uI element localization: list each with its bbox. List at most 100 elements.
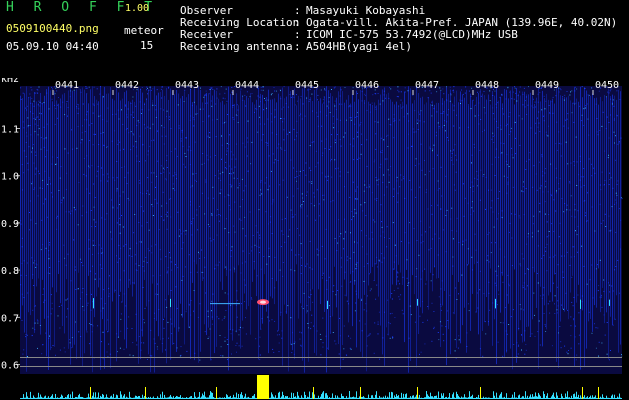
noise-speck <box>532 107 534 109</box>
noise-speck <box>559 178 561 179</box>
noise-speck <box>450 218 452 220</box>
level-bar <box>346 396 347 399</box>
noise-speck <box>430 92 432 94</box>
noise-speck <box>140 241 142 243</box>
level-bar <box>278 392 279 399</box>
noise-speck <box>302 170 304 171</box>
noise-streak <box>554 103 555 275</box>
level-bar <box>303 397 304 399</box>
noise-streak <box>364 99 365 295</box>
noise-speck <box>474 177 476 179</box>
noise-speck <box>570 256 572 258</box>
noise-speck <box>95 133 96 135</box>
level-bar <box>611 395 612 399</box>
level-bar <box>586 397 587 399</box>
level-bar <box>407 397 408 399</box>
level-bar <box>465 397 466 399</box>
level-bar <box>547 393 548 399</box>
noise-speck <box>316 189 318 191</box>
noise-speck <box>108 287 110 289</box>
noise-speck <box>446 209 448 211</box>
noise-speck <box>107 180 109 182</box>
noise-speck <box>116 188 118 190</box>
noise-speck <box>108 293 110 295</box>
noise-streak <box>304 86 305 373</box>
noise-speck <box>203 162 205 164</box>
noise-speck <box>538 122 540 124</box>
level-bar <box>316 397 317 399</box>
noise-speck <box>609 172 611 174</box>
noise-speck <box>234 231 236 233</box>
noise-speck <box>431 115 433 117</box>
level-bar <box>301 395 302 399</box>
noise-speck <box>313 141 315 143</box>
noise-speck <box>202 153 204 154</box>
level-bar <box>518 395 519 399</box>
level-bar <box>472 394 473 399</box>
noise-speck <box>546 134 548 136</box>
noise-speck <box>533 215 535 217</box>
level-bar <box>553 392 554 399</box>
noise-speck <box>356 158 358 160</box>
noise-speck <box>562 277 564 278</box>
noise-streak <box>508 98 509 304</box>
noise-speck <box>287 305 289 307</box>
noise-speck <box>479 149 481 151</box>
noise-streak <box>38 102 39 279</box>
level-bar <box>462 397 463 399</box>
noise-speck <box>359 125 361 127</box>
level-bar <box>433 397 434 399</box>
noise-speck <box>116 161 118 162</box>
noise-speck <box>138 265 140 267</box>
noise-streak <box>346 99 347 297</box>
noise-speck <box>344 186 345 188</box>
noise-streak <box>98 101 99 288</box>
noise-streak <box>302 88 303 361</box>
noise-speck <box>93 219 95 221</box>
noise-speck <box>236 342 238 344</box>
noise-speck <box>325 335 327 337</box>
noise-speck <box>46 123 48 125</box>
hrofft-window: H R O F F T 1.00 0509100440.png 05.09.10… <box>0 0 629 400</box>
noise-speck <box>338 353 340 355</box>
level-bar <box>539 394 540 399</box>
noise-speck <box>516 342 518 344</box>
noise-speck <box>54 93 56 95</box>
noise-speck <box>488 232 490 234</box>
level-bar <box>505 397 506 399</box>
noise-speck <box>177 267 179 269</box>
noise-streak <box>374 102 375 281</box>
noise-speck <box>339 95 341 97</box>
level-bar <box>27 396 28 399</box>
noise-speck <box>564 203 566 204</box>
noise-speck <box>172 183 174 185</box>
noise-speck <box>37 320 39 322</box>
noise-streak <box>132 99 133 297</box>
noise-speck <box>403 176 405 178</box>
level-spike <box>313 387 314 399</box>
noise-speck <box>260 86 262 88</box>
noise-speck <box>334 159 336 161</box>
noise-streak <box>90 89 91 356</box>
level-bar <box>230 395 231 399</box>
noise-speck <box>295 94 297 96</box>
noise-speck <box>31 181 33 183</box>
noise-speck <box>449 86 451 88</box>
y-tick-label: 0.8 <box>1 266 19 277</box>
level-bar <box>497 397 498 399</box>
noise-speck <box>550 163 552 165</box>
noise-speck <box>340 257 342 259</box>
noise-streak <box>342 91 343 346</box>
noise-speck <box>215 103 217 105</box>
noise-speck <box>518 115 520 117</box>
noise-speck <box>597 264 598 266</box>
noise-speck <box>160 165 162 167</box>
noise-speck <box>305 174 307 176</box>
noise-speck <box>150 172 152 174</box>
level-bar <box>328 397 329 399</box>
noise-speck <box>273 351 275 353</box>
noise-speck <box>324 175 326 177</box>
noise-speck <box>97 103 99 105</box>
level-bar <box>510 397 511 399</box>
noise-speck <box>610 114 611 116</box>
